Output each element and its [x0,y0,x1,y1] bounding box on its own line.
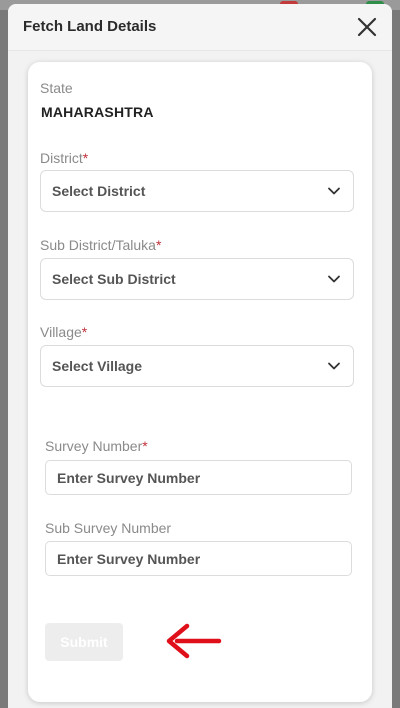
village-select-placeholder: Select Village [52,358,143,374]
district-label: District* [40,150,88,166]
district-select[interactable]: Select District [40,170,354,212]
village-label-text: Village [40,324,82,340]
modal-header: Fetch Land Details [8,4,392,51]
chevron-down-icon [328,275,340,283]
sub-district-select[interactable]: Select Sub District [40,258,354,300]
state-value: MAHARASHTRA [41,104,154,120]
survey-number-input[interactable] [45,460,352,495]
sub-district-select-placeholder: Select Sub District [52,271,176,287]
red-arrow-icon [166,623,222,659]
required-mark: * [155,237,162,253]
survey-number-label-text: Survey Number [45,438,143,454]
state-label: State [40,80,73,96]
district-select-placeholder: Select District [52,183,146,199]
submit-button[interactable]: Submit [45,623,123,661]
required-mark: * [81,324,88,340]
chevron-down-icon [328,362,340,370]
chevron-down-icon [328,187,340,195]
required-mark: * [82,150,89,166]
fetch-land-details-modal: Fetch Land Details State MAHARASHTRA Dis… [8,4,392,708]
land-details-form: State MAHARASHTRA District* Select Distr… [28,62,372,702]
sub-district-label: Sub District/Taluka* [40,237,161,253]
village-select[interactable]: Select Village [40,345,354,387]
sub-survey-number-label: Sub Survey Number [45,520,172,536]
sub-district-label-text: Sub District/Taluka [40,237,156,253]
survey-number-label: Survey Number* [45,438,148,454]
district-label-text: District [40,150,83,166]
close-button[interactable] [354,14,380,40]
close-icon [357,17,377,37]
sub-survey-number-input[interactable] [45,541,352,576]
modal-title: Fetch Land Details [23,18,157,35]
required-mark: * [142,438,148,454]
village-label: Village* [40,324,87,340]
